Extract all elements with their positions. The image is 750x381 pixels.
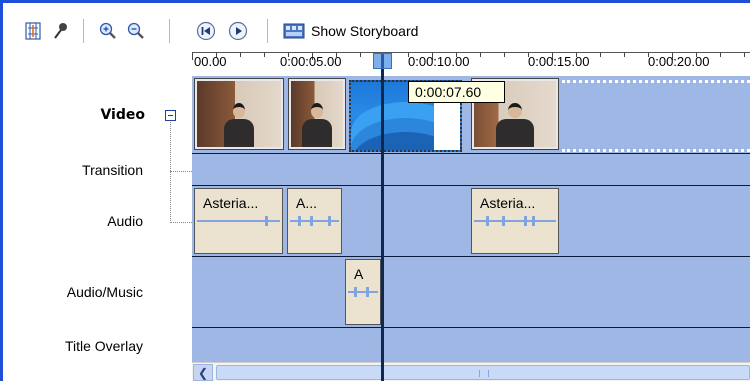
ruler-label: 0:00:20.00 <box>648 54 710 69</box>
time-ruler[interactable]: 00.00 0:00:05.00 0:00:10.00 0:00:15.00 0… <box>192 52 750 76</box>
zoom-out-button[interactable] <box>125 20 147 42</box>
zoom-out-icon <box>127 22 144 39</box>
video-track-end-marker <box>562 80 750 152</box>
playhead-time-tooltip: 0:00:07.60 <box>408 81 505 103</box>
chevron-left-icon: ❮ <box>197 365 209 380</box>
audio-clip[interactable]: A... <box>287 188 342 254</box>
ruler-label: 0:00:15.00 <box>528 54 590 69</box>
video-clip[interactable] <box>288 78 346 150</box>
rewind-icon <box>196 21 216 41</box>
track-label-video: Video <box>100 107 145 123</box>
timeline-toolbar: Show Storyboard <box>3 3 750 49</box>
ruler-label: 0:00:10.00 <box>408 54 470 69</box>
track-labels: Video Transition Audio Audio/Music Title… <box>3 76 192 381</box>
track-label-title-overlay: Title Overlay <box>64 338 143 354</box>
zoom-in-button[interactable] <box>97 20 119 42</box>
rewind-button[interactable] <box>195 20 217 42</box>
horizontal-scrollbar[interactable]: ❮ <box>192 362 750 381</box>
narrate-button[interactable] <box>49 20 71 42</box>
track-label-transition: Transition <box>82 162 143 178</box>
music-clip[interactable]: A <box>345 259 381 325</box>
scrollbar-thumb[interactable] <box>216 365 750 380</box>
audio-clip-label: Asteria... <box>480 195 536 211</box>
scroll-left-button[interactable]: ❮ <box>193 364 213 381</box>
track-label-audio-music: Audio/Music <box>66 284 143 300</box>
track-label-audio: Audio <box>107 213 143 229</box>
ruler-label: 00.00 <box>194 54 227 69</box>
zoom-in-icon <box>99 22 116 39</box>
audio-clip-label: Asteria... <box>203 195 259 211</box>
storyboard-icon <box>283 23 305 39</box>
playhead[interactable] <box>381 56 384 381</box>
video-clip[interactable] <box>194 78 284 150</box>
show-storyboard-button[interactable]: Show Storyboard <box>283 20 418 42</box>
play-button[interactable] <box>227 20 249 42</box>
ruler-label: 0:00:05.00 <box>280 54 342 69</box>
timeline-area[interactable]: Asteria... A... Asteria... A <box>192 76 750 362</box>
audio-clip-label: A... <box>296 195 318 211</box>
collapse-video-button[interactable] <box>165 110 176 121</box>
audio-clip[interactable]: Asteria... <box>194 188 283 254</box>
music-clip-label: A <box>354 266 364 282</box>
narrate-icon <box>54 23 67 39</box>
audio-clip[interactable]: Asteria... <box>471 188 559 254</box>
storyboard-label: Show Storyboard <box>311 23 419 39</box>
timeline-settings-button[interactable] <box>22 20 44 42</box>
playhead-handle[interactable] <box>373 53 392 69</box>
play-icon <box>228 21 248 41</box>
timeline-settings-icon <box>25 22 41 40</box>
